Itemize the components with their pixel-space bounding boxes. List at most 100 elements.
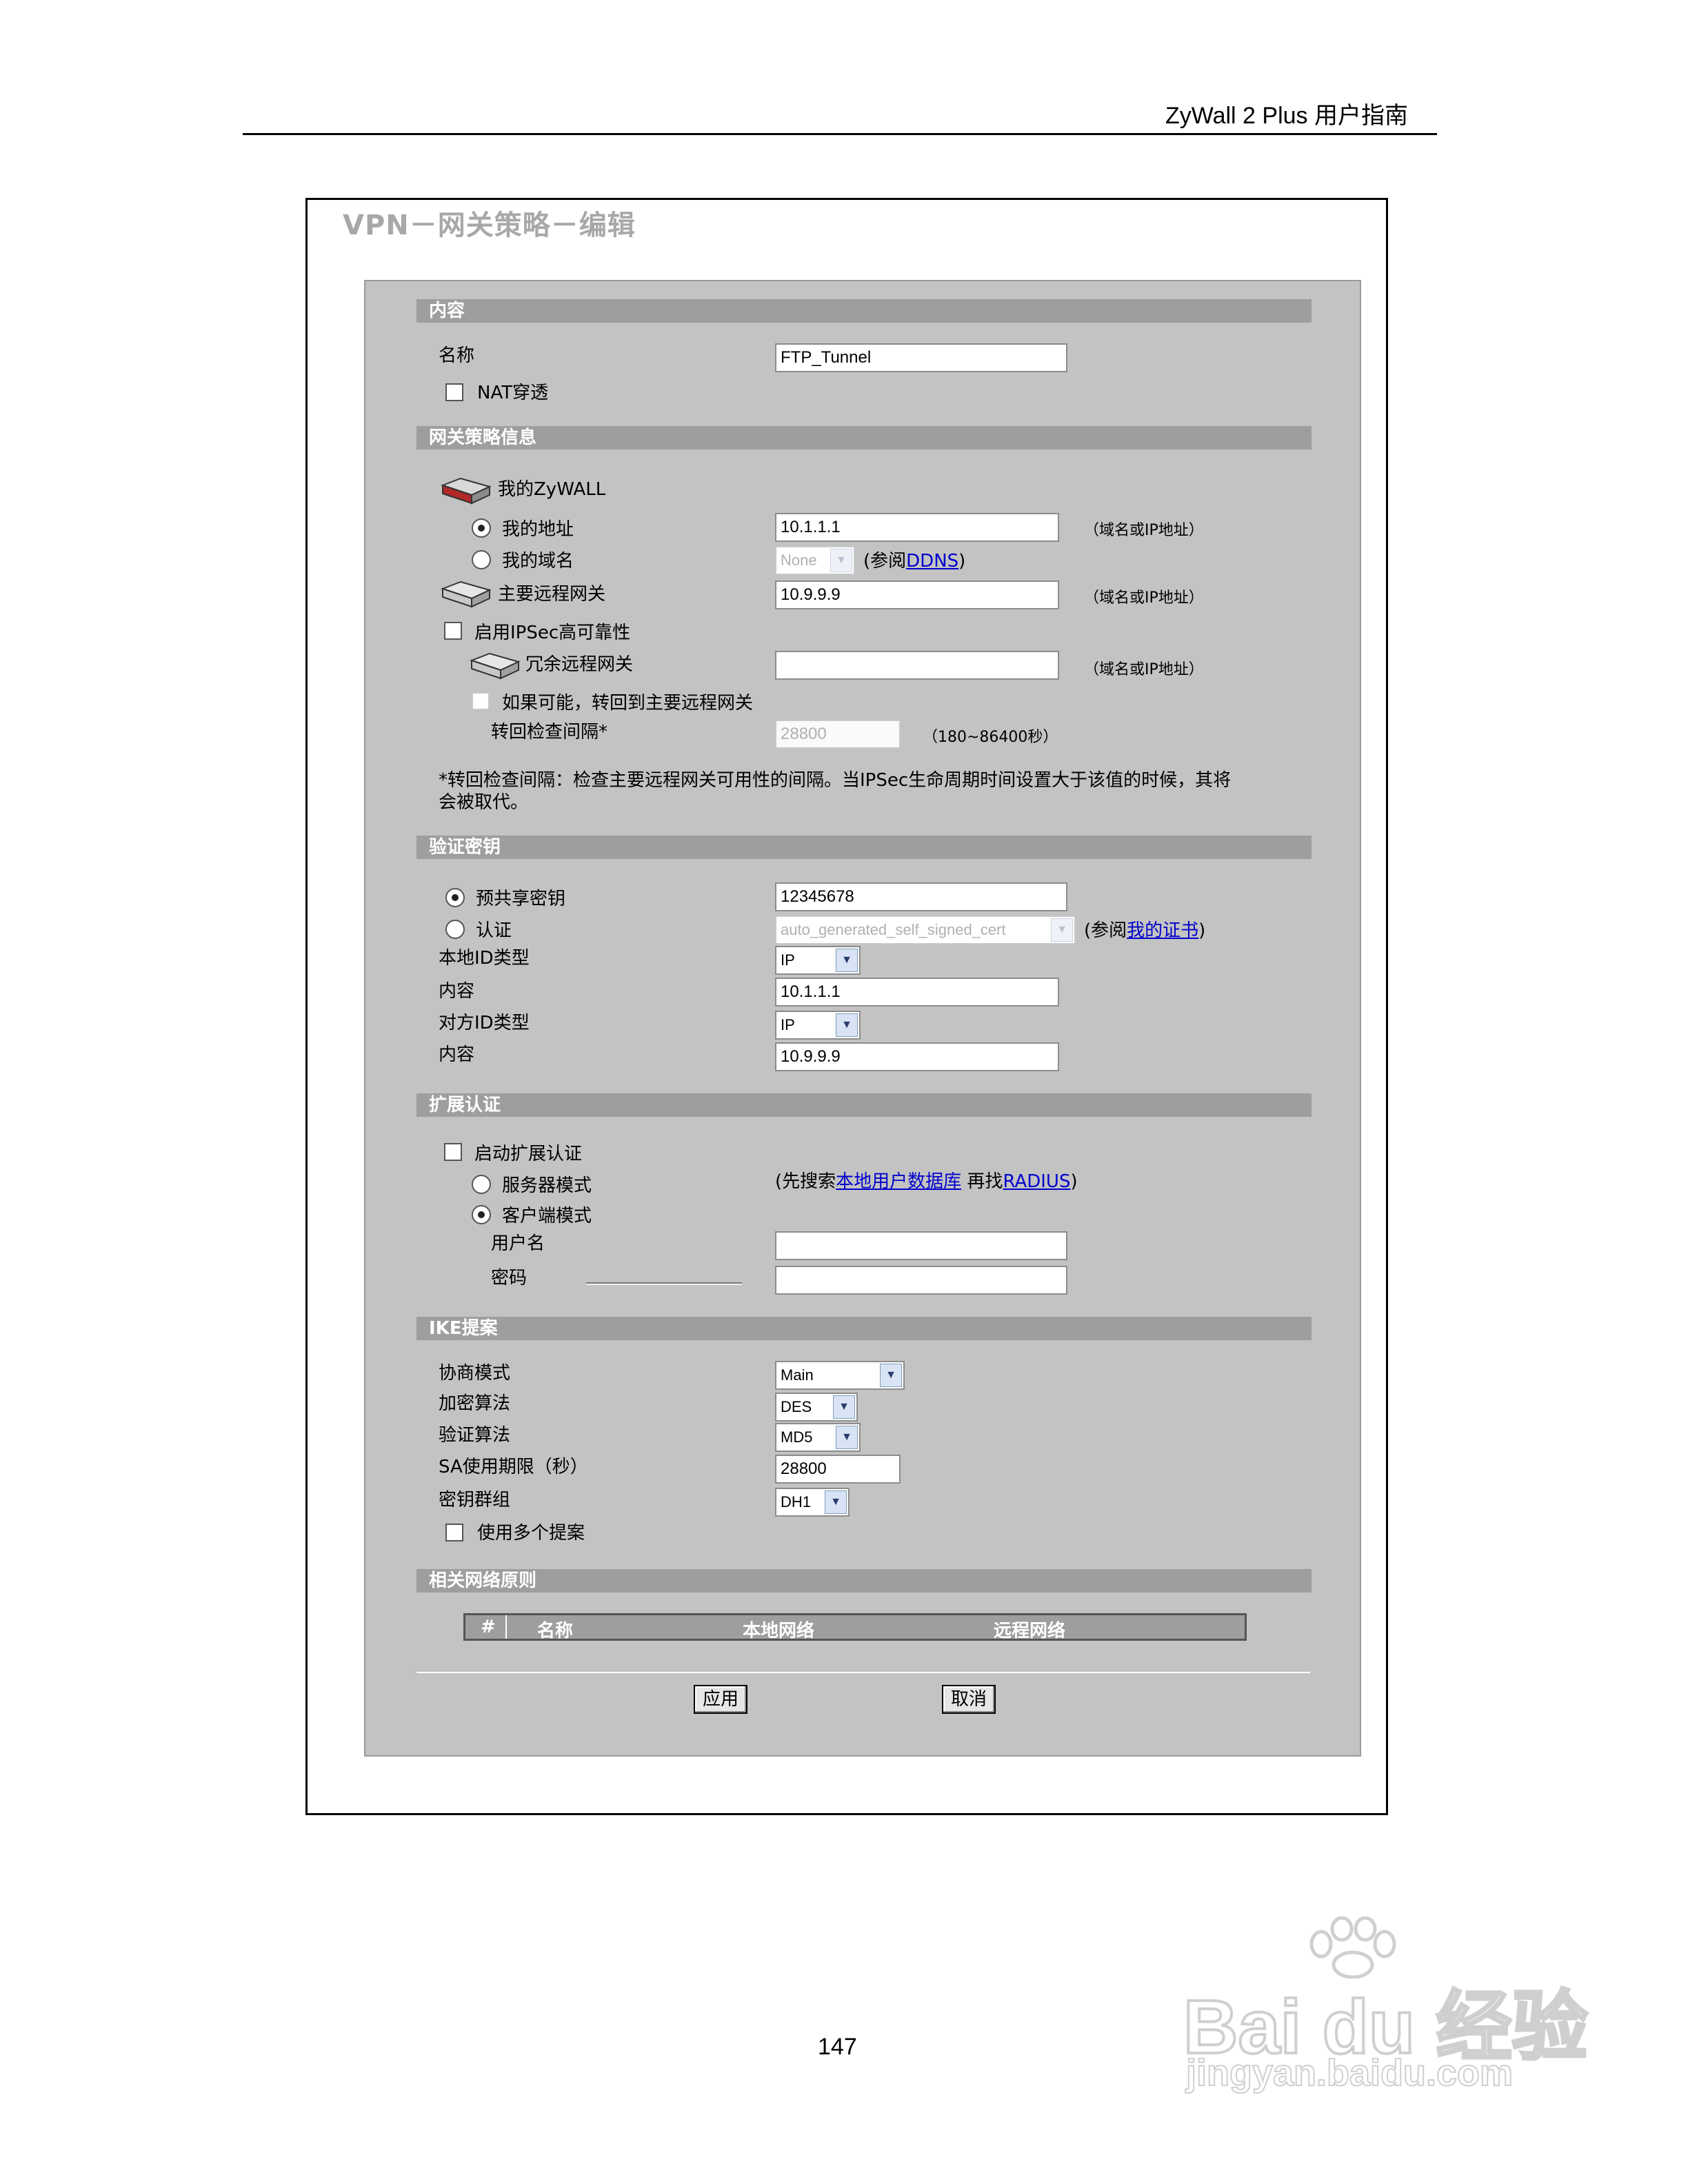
page-number: 147	[818, 2034, 857, 2060]
document-header: ZyWall 2 Plus 用户指南	[1165, 103, 1409, 129]
local-user-db-link[interactable]: 本地用户数据库	[836, 1171, 961, 1192]
redundant-remote-label: 冗余远程网关	[525, 654, 634, 675]
cert-pre: (参阅	[1084, 920, 1127, 941]
my-address-hint: （域名或IP地址）	[1084, 522, 1204, 539]
auth-algorithm-select[interactable]: MD5 ▼	[775, 1423, 861, 1452]
chevron-down-icon: ▼	[825, 1490, 847, 1514]
my-address-input[interactable]: 10.1.1.1	[775, 513, 1059, 542]
username-input[interactable]	[775, 1231, 1067, 1260]
fallback-checkbox[interactable]	[472, 692, 490, 710]
peer-id-type-label: 对方ID类型	[439, 1013, 530, 1033]
cert-post: )	[1198, 920, 1206, 941]
chevron-down-icon: ▼	[830, 549, 852, 572]
primary-remote-hint: （域名或IP地址）	[1084, 589, 1204, 607]
local-id-type-label: 本地ID类型	[439, 948, 530, 969]
my-zywall-label: 我的ZyWALL	[498, 479, 606, 500]
certificate-radio[interactable]	[445, 920, 465, 939]
interval-note-line2: 会被取代。	[439, 792, 529, 813]
radius-link[interactable]: RADIUS	[1003, 1171, 1070, 1192]
cancel-button[interactable]: 取消	[942, 1685, 996, 1714]
psk-label: 预共享密钥	[476, 889, 566, 909]
apply-button[interactable]: 应用	[694, 1685, 747, 1714]
sa-life-label: SA使用期限（秒）	[439, 1457, 588, 1477]
multi-proposal-checkbox[interactable]	[445, 1524, 463, 1541]
column-remote-network: 远程网络	[994, 1621, 1066, 1641]
section-content: 内容	[416, 299, 1312, 323]
ipsec-ha-checkbox[interactable]	[444, 622, 462, 640]
radio-selected-dot	[478, 525, 485, 532]
interval-hint: （180~86400秒）	[923, 729, 1058, 746]
chevron-down-icon: ▼	[1051, 918, 1073, 942]
baidu-watermark: Bai du 经验 jingyan.baidu.com	[1182, 1917, 1589, 2096]
interval-label: 转回检查间隔*	[491, 722, 608, 742]
redundant-remote-input[interactable]	[775, 651, 1059, 680]
chevron-down-icon: ▼	[836, 1013, 858, 1037]
fallback-label: 如果可能，转回到主要远程网关	[502, 693, 754, 714]
peer-content-label: 内容	[439, 1044, 475, 1065]
section-network-policy: 相关网络原则	[416, 1569, 1312, 1593]
redundant-remote-hint: （域名或IP地址）	[1084, 661, 1204, 678]
xauth-enable-checkbox[interactable]	[444, 1143, 462, 1161]
peer-id-type-value: IP	[781, 1016, 795, 1033]
ddns-pre: (参阅	[863, 551, 907, 572]
negotiation-value: Main	[781, 1366, 814, 1384]
ddns-link[interactable]: DDNS	[906, 551, 958, 572]
zywall-device-icon	[441, 477, 492, 505]
peer-content-input[interactable]: 10.9.9.9	[775, 1042, 1059, 1071]
certificate-select[interactable]: auto_generated_self_signed_cert ▼	[775, 916, 1076, 944]
local-content-input[interactable]: 10.1.1.1	[775, 978, 1059, 1007]
auth-algorithm-value: MD5	[781, 1428, 813, 1446]
sa-life-input[interactable]: 28800	[775, 1455, 901, 1484]
name-label: 名称	[439, 345, 475, 366]
password-label: 密码	[491, 1268, 528, 1288]
psk-radio[interactable]	[445, 888, 465, 907]
primary-remote-label: 主要远程网关	[498, 584, 606, 605]
watermark-url: jingyan.baidu.com	[1185, 2052, 1514, 2094]
section-auth-key: 验证密钥	[416, 836, 1312, 859]
chevron-down-icon: ▼	[833, 1395, 855, 1419]
ipsec-ha-label: 启用IPSec高可靠性	[474, 623, 631, 643]
my-address-label: 我的地址	[502, 519, 574, 540]
form-divider	[416, 1672, 1310, 1673]
ddns-post: )	[958, 551, 966, 572]
chevron-down-icon: ▼	[836, 949, 858, 972]
my-domain-select-value: None	[781, 552, 817, 569]
client-mode-radio[interactable]	[472, 1205, 491, 1224]
encryption-label: 加密算法	[439, 1393, 511, 1414]
encryption-value: DES	[781, 1398, 812, 1415]
password-input[interactable]	[775, 1266, 1067, 1295]
key-group-select[interactable]: DH1 ▼	[775, 1488, 850, 1517]
section-gateway-info: 网关策略信息	[416, 426, 1312, 449]
multi-proposal-label: 使用多个提案	[477, 1523, 585, 1544]
nat-traversal-checkbox[interactable]	[445, 383, 463, 401]
ddns-reference: (参阅DDNS)	[863, 550, 965, 572]
interval-input[interactable]: 28800	[775, 720, 901, 749]
encryption-select[interactable]: DES ▼	[775, 1393, 858, 1422]
section-extended-auth: 扩展认证	[416, 1093, 1312, 1117]
server-mode-radio[interactable]	[472, 1175, 491, 1194]
my-domain-radio[interactable]	[472, 550, 491, 569]
radio-selected-dot	[452, 894, 459, 901]
my-domain-label: 我的域名	[502, 551, 574, 572]
my-address-radio[interactable]	[472, 518, 491, 538]
client-mode-label: 客户端模式	[502, 1206, 592, 1226]
my-domain-select[interactable]: None ▼	[775, 546, 855, 575]
remote-gateway-icon	[441, 580, 492, 608]
chevron-down-icon: ▼	[836, 1426, 858, 1449]
negotiation-select[interactable]: Main ▼	[775, 1361, 905, 1390]
search-pre: (先搜索	[775, 1171, 836, 1192]
section-ike: IKE提案	[416, 1317, 1312, 1340]
username-label: 用户名	[491, 1233, 545, 1254]
column-name: 名称	[537, 1621, 574, 1641]
redundant-gateway-icon	[470, 652, 521, 680]
peer-id-type-select[interactable]: IP ▼	[775, 1011, 861, 1040]
column-index: #	[481, 1617, 496, 1637]
certificate-label: 认证	[476, 920, 512, 941]
name-input[interactable]: FTP_Tunnel	[775, 343, 1067, 372]
certificate-select-value: auto_generated_self_signed_cert	[781, 921, 1006, 938]
primary-remote-input[interactable]: 10.9.9.9	[775, 580, 1059, 609]
psk-input[interactable]: 12345678	[775, 882, 1067, 911]
auth-algorithm-label: 验证算法	[439, 1425, 511, 1446]
my-certificates-link[interactable]: 我的证书	[1127, 920, 1198, 941]
local-id-type-select[interactable]: IP ▼	[775, 946, 861, 975]
